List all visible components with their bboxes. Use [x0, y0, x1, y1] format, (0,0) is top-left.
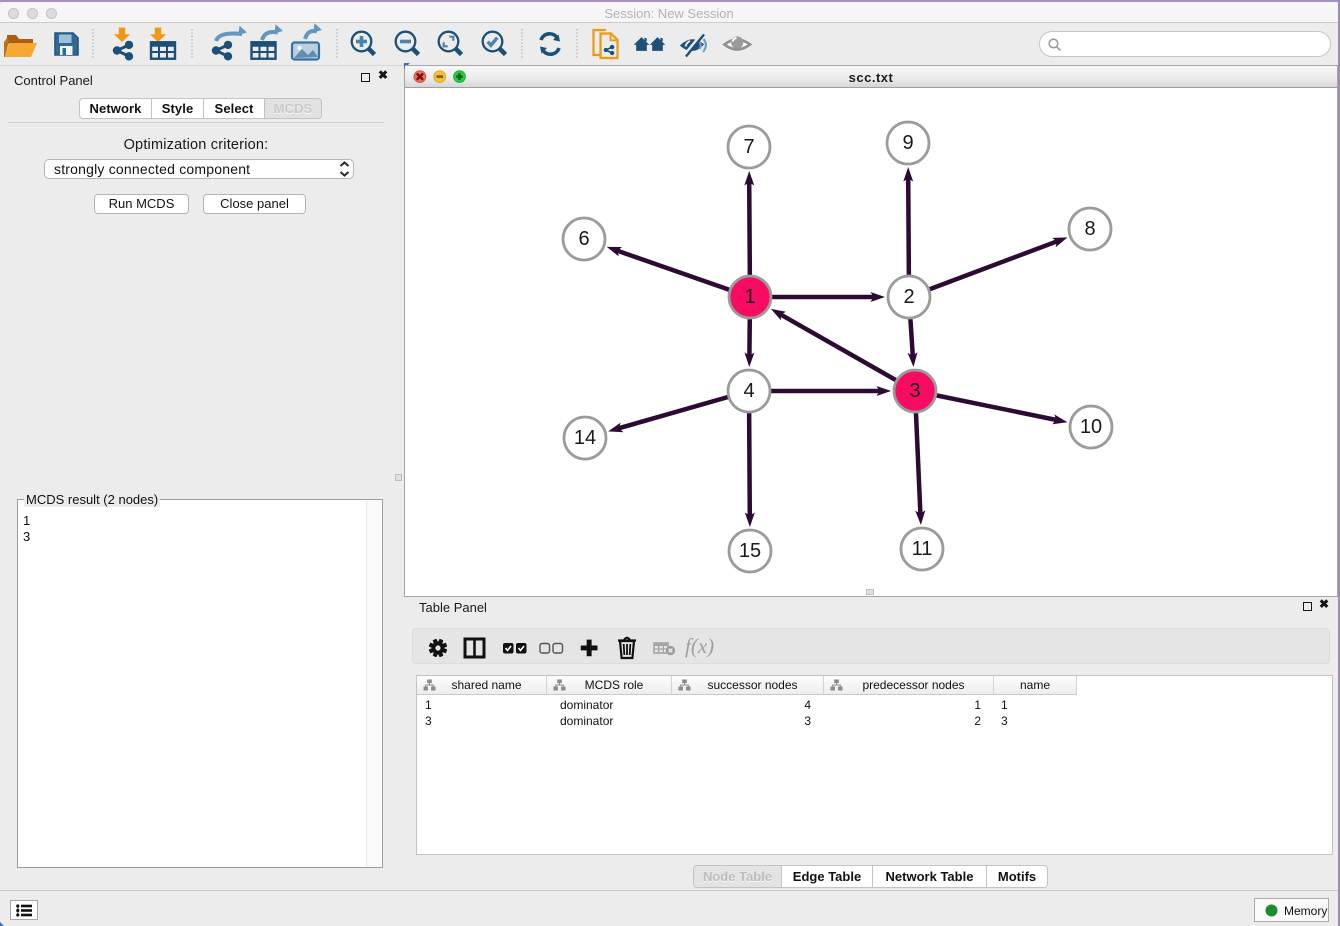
- svg-text:8: 8: [1084, 218, 1095, 240]
- svg-text:11: 11: [912, 538, 933, 560]
- svg-text:15: 15: [739, 540, 761, 562]
- svg-text:3: 3: [909, 380, 920, 402]
- svg-text:14: 14: [574, 427, 596, 449]
- svg-text:2: 2: [903, 286, 914, 308]
- svg-text:9: 9: [902, 132, 913, 154]
- svg-text:7: 7: [743, 136, 754, 158]
- svg-text:1: 1: [744, 286, 755, 308]
- svg-text:6: 6: [578, 228, 589, 250]
- svg-text:4: 4: [743, 380, 754, 402]
- svg-text:10: 10: [1080, 416, 1102, 438]
